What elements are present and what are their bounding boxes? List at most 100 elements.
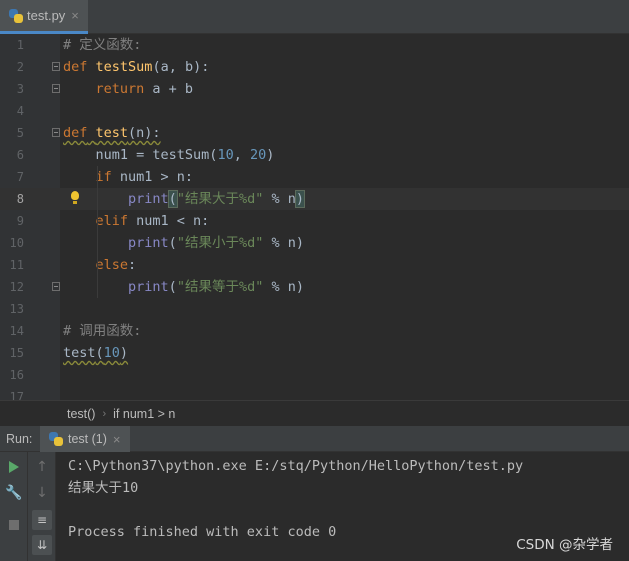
- line-number: 5: [16, 126, 24, 140]
- console-line: ​: [68, 499, 523, 521]
- code-line-current[interactable]: 8 print("结果大于%d" % n): [0, 188, 629, 210]
- number: 10: [103, 345, 120, 361]
- line-number: 9: [16, 214, 24, 228]
- fold-icon[interactable]: [52, 128, 60, 137]
- close-icon[interactable]: ×: [71, 8, 79, 23]
- breadcrumb-item-function[interactable]: test(): [67, 407, 95, 421]
- breadcrumb-item-if[interactable]: if num1 > n: [113, 407, 175, 421]
- tab-filename: test.py: [27, 8, 66, 23]
- condition: num1 < n:: [128, 213, 210, 229]
- code-line[interactable]: 16: [0, 364, 629, 386]
- comment: # 调用函数:: [63, 323, 142, 339]
- soft-wrap-icon: ≡: [36, 513, 48, 527]
- run-tab-label: test (1): [68, 432, 107, 446]
- line-number: 10: [9, 236, 24, 250]
- code-line[interactable]: 7 if num1 > n:: [0, 166, 629, 188]
- code-line[interactable]: 4: [0, 100, 629, 122]
- line-number: 13: [9, 302, 24, 316]
- play-icon: [9, 461, 19, 473]
- tab-test-py[interactable]: test.py ×: [0, 0, 88, 34]
- string: "结果等于%d": [176, 279, 264, 295]
- code-line[interactable]: 1 # 定义函数:: [0, 34, 629, 56]
- string: "结果小于%d": [176, 235, 264, 251]
- code-text: num1 = testSum(: [95, 147, 218, 163]
- expression: a + b: [144, 81, 194, 97]
- soft-wrap-button[interactable]: ≡: [32, 510, 52, 530]
- arrow-up-icon: ↑: [36, 459, 48, 475]
- bracket: (: [95, 345, 104, 361]
- code-line[interactable]: 9 elif num1 < n:: [0, 210, 629, 232]
- builtin-function: print: [128, 191, 169, 207]
- tab-run-test[interactable]: test (1) ×: [40, 426, 130, 452]
- code-line[interactable]: 5 def test(n):: [0, 122, 629, 144]
- bracket: (: [168, 235, 177, 251]
- scroll-up-button[interactable]: ↑: [32, 457, 52, 477]
- line-number: 12: [9, 280, 24, 294]
- keyword: return: [95, 81, 145, 97]
- watermark: CSDN @杂学者: [516, 537, 613, 553]
- console-output[interactable]: C:\Python37\python.exe E:/stq/Python/Hel…: [68, 455, 523, 543]
- bracket: ): [294, 190, 306, 208]
- keyword: else: [95, 257, 129, 273]
- scroll-to-end-icon: ⇊: [36, 538, 48, 552]
- run-side-toolbar: 🔧: [0, 452, 28, 561]
- edit-configuration-button[interactable]: 🔧: [4, 483, 24, 503]
- line-number: 3: [16, 82, 24, 96]
- bracket: (: [167, 190, 178, 208]
- comment: # 定义函数:: [63, 37, 142, 53]
- run-panel: 🔧 ↑ ↓ ≡ ⇊ C:\Python37\python.exe E:/stq/…: [0, 452, 629, 561]
- number: 10: [217, 147, 234, 163]
- code-line[interactable]: 12 print("结果等于%d" % n): [0, 276, 629, 298]
- fold-icon[interactable]: [52, 84, 60, 93]
- line-number: 8: [16, 192, 24, 206]
- console-line: C:\Python37\python.exe E:/stq/Python/Hel…: [68, 458, 524, 474]
- code-line[interactable]: 11 else:: [0, 254, 629, 276]
- python-run-icon: [49, 432, 63, 446]
- keyword: def: [63, 59, 88, 75]
- keyword: elif: [95, 213, 129, 229]
- console-line: Process finished with exit code 0: [68, 524, 337, 540]
- line-number: 2: [16, 60, 24, 74]
- line-number: 7: [16, 170, 24, 184]
- function-name: test: [95, 125, 129, 141]
- rerun-button[interactable]: [4, 457, 24, 477]
- line-number: 1: [16, 38, 24, 52]
- string: "结果大于%d": [176, 191, 264, 207]
- condition: num1 > n:: [111, 169, 194, 185]
- bracket: (: [168, 279, 177, 295]
- line-number: 6: [16, 148, 24, 162]
- code-line[interactable]: 13: [0, 298, 629, 320]
- run-label: Run:: [6, 432, 33, 446]
- code-line[interactable]: 15 test(10): [0, 342, 629, 364]
- code-line[interactable]: 14 # 调用函数:: [0, 320, 629, 342]
- console-line: 结果大于10: [68, 480, 139, 496]
- params: (n):: [128, 125, 161, 141]
- code-text: ,: [233, 147, 250, 163]
- code-text: ): [266, 147, 275, 163]
- code-line[interactable]: 17: [0, 386, 629, 400]
- builtin-function: print: [128, 279, 169, 295]
- arrow-down-icon: ↓: [36, 485, 48, 501]
- line-number: 17: [9, 390, 24, 400]
- scroll-to-end-button[interactable]: ⇊: [32, 535, 52, 555]
- code-line[interactable]: 2 def testSum(a, b):: [0, 56, 629, 78]
- line-number: 11: [9, 258, 24, 272]
- close-icon[interactable]: ×: [113, 432, 121, 447]
- line-number: 16: [9, 368, 24, 382]
- run-toolbar: Run: test (1) ×: [0, 426, 629, 452]
- fold-icon[interactable]: [52, 282, 60, 291]
- code-text: :: [128, 257, 137, 273]
- stop-button[interactable]: [4, 515, 24, 535]
- bracket: ): [119, 345, 129, 361]
- indent-guide: [97, 166, 98, 298]
- line-number: 15: [9, 346, 24, 360]
- code-line[interactable]: 10 print("结果小于%d" % n): [0, 232, 629, 254]
- line-number: 14: [9, 324, 24, 338]
- code-line[interactable]: 6 num1 = testSum(10, 20): [0, 144, 629, 166]
- scroll-down-button[interactable]: ↓: [32, 483, 52, 503]
- code-editor[interactable]: 1 # 定义函数: 2 def testSum(a, b): 3 return …: [0, 34, 629, 400]
- breadcrumb-separator-icon: ›: [102, 407, 107, 420]
- fold-icon[interactable]: [52, 62, 60, 71]
- number: 20: [249, 147, 267, 163]
- code-line[interactable]: 3 return a + b: [0, 78, 629, 100]
